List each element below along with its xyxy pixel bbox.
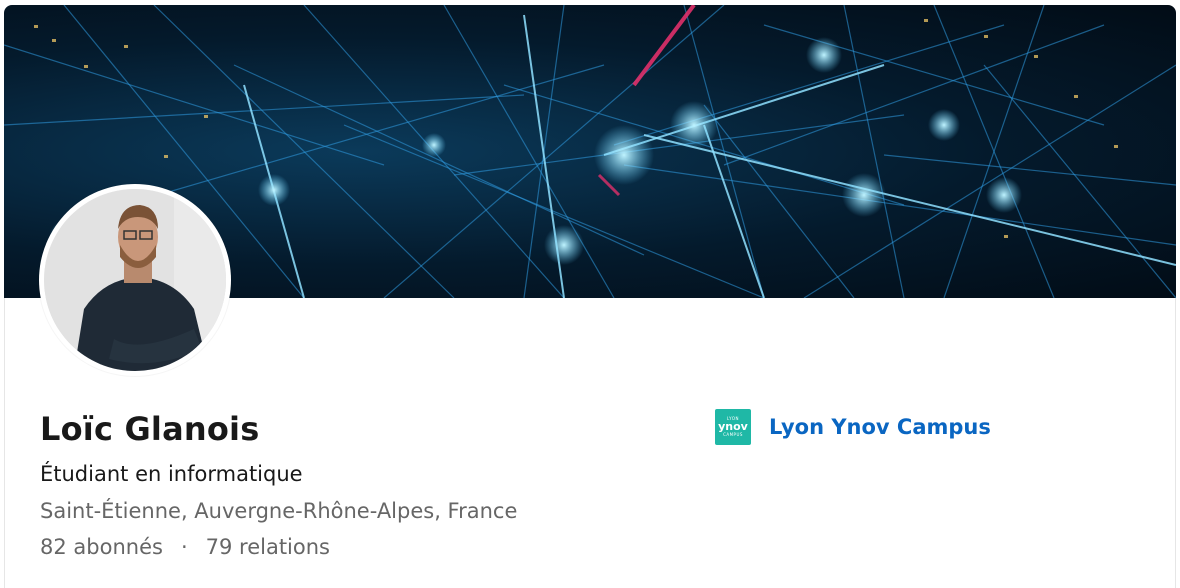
profile-stats: 82 abonnés · 79 relations bbox=[40, 535, 330, 559]
profile-location: Saint-Étienne, Auvergne-Rhône-Alpes, Fra… bbox=[40, 499, 518, 523]
connections-count[interactable]: 79 relations bbox=[206, 535, 330, 559]
school-logo-bottom: CAMPUS bbox=[723, 432, 743, 437]
profile-photo-image bbox=[44, 189, 226, 371]
profile-name: Loïc Glanois bbox=[40, 410, 260, 448]
profile-headline: Étudiant en informatique bbox=[40, 462, 303, 486]
school-name[interactable]: Lyon Ynov Campus bbox=[769, 415, 991, 439]
profile-photo[interactable] bbox=[39, 184, 231, 376]
education-link[interactable]: LYON ynov CAMPUS Lyon Ynov Campus bbox=[715, 409, 991, 445]
followers-count[interactable]: 82 abonnés bbox=[40, 535, 163, 559]
stats-separator: · bbox=[180, 535, 188, 559]
school-logo: LYON ynov CAMPUS bbox=[715, 409, 751, 445]
profile-card: Loïc Glanois Étudiant en informatique Sa… bbox=[0, 0, 1180, 588]
